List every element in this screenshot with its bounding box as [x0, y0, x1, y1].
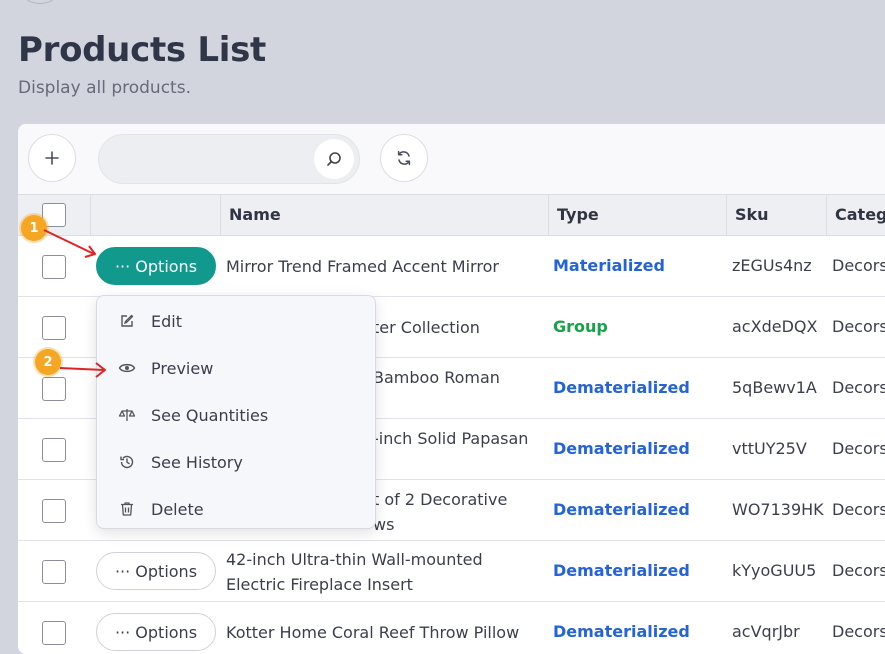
top-partial-icon	[22, 0, 58, 4]
refresh-icon	[397, 150, 411, 166]
refresh-button[interactable]	[380, 134, 428, 182]
product-type: Dematerialized	[553, 378, 690, 397]
product-category: Decors	[832, 256, 885, 275]
menu-item-edit[interactable]: Edit	[97, 299, 375, 343]
page-subtitle: Display all products.	[18, 78, 191, 98]
options-button[interactable]: ··· Options	[96, 247, 216, 285]
row-checkbox[interactable]	[42, 377, 66, 401]
product-name: Kotter Home Coral Reef Throw Pillow	[226, 623, 520, 642]
search-input[interactable]	[115, 145, 309, 175]
table-row: ··· Options 42-inch Ultra-thin Wall-moun…	[18, 541, 885, 602]
product-sku: zEGUs4nz	[732, 256, 812, 275]
options-button[interactable]: ··· Options	[96, 613, 216, 651]
product-name: 42-inch Ultra-thin Wall-mounted Electric…	[226, 550, 483, 594]
arrow-icon	[43, 229, 96, 258]
product-type: Dematerialized	[553, 622, 690, 641]
edit-icon	[117, 313, 137, 329]
product-category: Decors	[832, 500, 885, 519]
product-category: Decors	[832, 317, 885, 336]
options-button[interactable]: ··· Options	[96, 552, 216, 590]
page-title: Products List	[18, 30, 266, 70]
table-row: ··· Options Kotter Home Coral Reef Throw…	[18, 602, 885, 654]
product-sku: WO7139HK	[732, 500, 824, 519]
product-type: Group	[553, 317, 608, 336]
menu-item-label: Delete	[151, 499, 204, 519]
column-header-actions	[90, 195, 220, 235]
product-sku: acVqrJbr	[732, 622, 800, 641]
menu-item-label: Edit	[151, 311, 182, 331]
menu-item-label: See History	[151, 452, 243, 472]
column-header-sku[interactable]: Sku	[726, 195, 826, 235]
product-category: Decors	[832, 561, 885, 580]
column-header-category[interactable]: Catego	[826, 195, 885, 235]
row-checkbox[interactable]	[42, 621, 66, 645]
product-sku: acXdeDQX	[732, 317, 818, 336]
product-name: Mirror Trend Framed Accent Mirror	[226, 257, 499, 276]
product-sku: 5qBewv1A	[732, 378, 817, 397]
eye-icon	[117, 361, 137, 375]
search-box	[98, 134, 360, 184]
product-name: t of 2 Decorative ws	[373, 490, 508, 534]
menu-item-delete[interactable]: Delete	[97, 487, 375, 531]
menu-item-label: Preview	[151, 358, 214, 378]
product-name: ter Collection	[373, 318, 480, 337]
menu-item-label: See Quantities	[151, 405, 269, 425]
products-table: Name Type Sku Catego ··· Options Mirror …	[18, 194, 885, 654]
product-type: Materialized	[553, 256, 665, 275]
arrow-icon	[59, 362, 106, 378]
scale-icon	[117, 407, 137, 423]
table-header: Name Type Sku Catego	[18, 194, 885, 236]
menu-item-see-history[interactable]: See History	[97, 440, 375, 484]
product-category: Decors	[832, 439, 885, 458]
add-button[interactable]	[28, 134, 76, 182]
row-checkbox[interactable]	[42, 438, 66, 462]
product-type: Dematerialized	[553, 500, 690, 519]
product-sku: kYyoGUU5	[732, 561, 817, 580]
row-checkbox[interactable]	[42, 316, 66, 340]
row-checkbox[interactable]	[42, 560, 66, 584]
toolbar	[18, 124, 885, 194]
row-checkbox[interactable]	[42, 499, 66, 523]
history-icon	[117, 454, 137, 470]
product-sku: vttUY25V	[732, 439, 807, 458]
menu-item-see-quantities[interactable]: See Quantities	[97, 393, 375, 437]
column-header-type[interactable]: Type	[548, 195, 726, 235]
options-dropdown-menu: Edit Preview See Quantities See History …	[96, 295, 376, 529]
search-button[interactable]	[314, 139, 354, 179]
trash-icon	[117, 501, 137, 517]
column-header-name[interactable]: Name	[220, 195, 548, 235]
product-category: Decors	[832, 622, 885, 641]
menu-item-preview[interactable]: Preview	[97, 346, 375, 390]
product-type: Dematerialized	[553, 561, 690, 580]
product-category: Decors	[832, 378, 885, 397]
table-row: ··· Options Mirror Trend Framed Accent M…	[18, 236, 885, 297]
plus-icon	[45, 151, 59, 165]
search-icon	[327, 152, 341, 166]
product-type: Dematerialized	[553, 439, 690, 458]
